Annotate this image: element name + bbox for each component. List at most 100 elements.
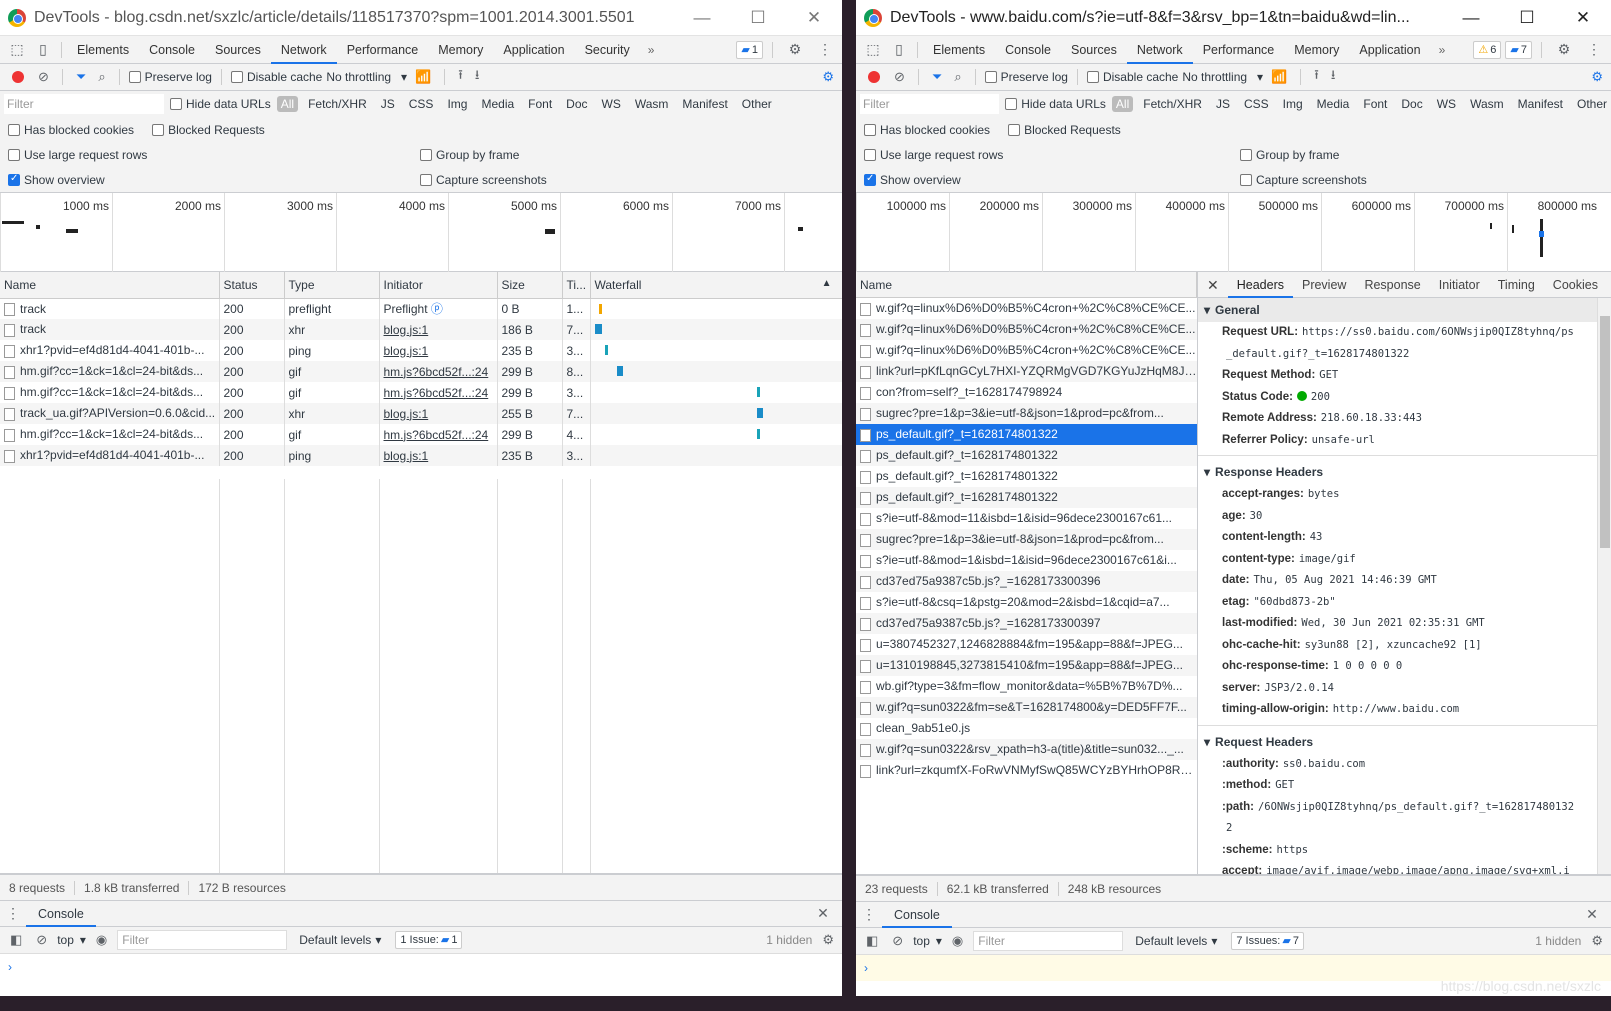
has-blocked-cookies-checkbox[interactable]: Has blocked cookies [8, 123, 134, 137]
use-large-rows-checkbox[interactable]: Use large request rows [8, 148, 147, 162]
device-toggle-icon[interactable]: ▯ [30, 38, 56, 62]
type-filter-media[interactable]: Media [1313, 96, 1354, 112]
header-row[interactable]: :path:/6ONWsjip0QIZ8tyhnq/ps_default.gif… [1198, 797, 1597, 819]
throttling-select[interactable]: No throttling ▾ [326, 70, 407, 84]
search-icon[interactable]: ⌕ [950, 69, 965, 85]
header-row[interactable]: ohc-cache-hit: sy3un88 [2], xzuncache92 [… [1198, 635, 1597, 657]
type-filter-other[interactable]: Other [1573, 96, 1611, 112]
has-blocked-cookies-checkbox[interactable]: Has blocked cookies [864, 123, 990, 137]
tab-elements[interactable]: Elements [67, 36, 139, 64]
preserve-log-checkbox[interactable]: Preserve log [984, 70, 1068, 84]
clear-icon[interactable]: ⊘ [34, 69, 53, 85]
tab-application[interactable]: Application [493, 36, 574, 64]
tab-memory[interactable]: Memory [428, 36, 493, 64]
capture-screenshots-checkbox[interactable]: Capture screenshots [1240, 173, 1367, 187]
request-row[interactable]: s?ie=utf-8&csq=1&pstg=20&mod=2&isbd=1&cq… [856, 592, 1198, 613]
settings-gear-icon[interactable]: ⚙ [1551, 38, 1577, 62]
type-filter-wasm[interactable]: Wasm [631, 96, 673, 112]
table-row[interactable]: track_ua.gif?APIVersion=0.6.0&cid... 200 x… [0, 403, 842, 424]
disable-cache-checkbox[interactable]: Disable cache [230, 70, 322, 84]
console-filter-input[interactable]: Filter [973, 931, 1124, 951]
header-row[interactable]: :method: GET [1198, 775, 1597, 797]
live-expression-eye-icon[interactable]: ◉ [948, 933, 967, 949]
tab-headers[interactable]: Headers [1227, 272, 1293, 298]
header-row[interactable]: content-length: 43 [1198, 527, 1597, 549]
tab-preview[interactable]: Preview [1293, 272, 1355, 298]
group-by-frame-checkbox[interactable]: Group by frame [420, 148, 519, 162]
request-row[interactable]: w.gif?q=linux%D6%D0%B5%C4cron+%2C%C8%CE%… [856, 319, 1198, 340]
network-conditions-icon[interactable]: 📶 [1267, 69, 1291, 85]
filter-icon[interactable]: ⏷ [72, 69, 90, 85]
group-by-frame-checkbox[interactable]: Group by frame [1240, 148, 1339, 162]
request-row[interactable]: sugrec?pre=1&p=3&ie=utf-8&json=1&prod=pc… [856, 529, 1198, 550]
type-filter-js[interactable]: JS [377, 96, 399, 112]
tab-sources[interactable]: Sources [205, 36, 271, 64]
table-row[interactable]: hm.gif?cc=1&ck=1&cl=24-bit&ds... 200 gif hm… [0, 424, 842, 445]
console-prompt[interactable]: › [0, 954, 842, 980]
request-row[interactable]: w.gif?q=sun0322&fm=se&T=1628174800&y=DED… [856, 697, 1198, 718]
device-toggle-icon[interactable]: ▯ [886, 38, 912, 62]
section-general[interactable]: ▾ General [1198, 298, 1597, 322]
filter-input[interactable]: Filter [860, 94, 1000, 114]
console-issues-button[interactable]: 1 Issue: ▰ 1 [395, 931, 463, 949]
search-icon[interactable]: ⌕ [94, 69, 109, 85]
preserve-log-checkbox[interactable]: Preserve log [128, 70, 212, 84]
warnings-badge[interactable]: ⚠ 6 [1473, 40, 1502, 59]
blocked-requests-checkbox[interactable]: Blocked Requests [152, 123, 265, 137]
request-row[interactable]: con?from=self?_t=1628174798924 [856, 382, 1198, 403]
network-settings-gear-icon[interactable]: ⚙ [818, 69, 842, 85]
header-row[interactable]: Request URL: https://ss0.baidu.com/6ONWsj… [1198, 322, 1597, 344]
maximize-icon[interactable]: ☐ [730, 0, 786, 36]
import-har-icon[interactable]: ⭱ [1310, 66, 1323, 88]
preflight-info-icon[interactable]: ⓟ [428, 302, 443, 316]
tab-timing[interactable]: Timing [1489, 272, 1544, 298]
clear-console-icon[interactable]: ⊘ [888, 933, 907, 949]
scrollbar-thumb[interactable] [1600, 316, 1610, 548]
type-filter-ws[interactable]: WS [1433, 96, 1460, 112]
console-settings-gear-icon[interactable]: ⚙ [1587, 933, 1611, 949]
hide-data-urls-checkbox[interactable]: Hide data URLs [1005, 97, 1106, 111]
show-overview-checkbox[interactable]: Show overview [864, 173, 961, 187]
clear-console-icon[interactable]: ⊘ [32, 932, 51, 948]
type-filter-font[interactable]: Font [1359, 96, 1391, 112]
column-header-waterfall[interactable]: Waterfall ▲ [590, 272, 842, 299]
minimize-icon[interactable]: — [1443, 0, 1499, 36]
import-har-icon[interactable]: ⭱ [454, 66, 467, 88]
tab-application[interactable]: Application [1349, 36, 1430, 64]
header-row[interactable]: date: Thu, 05 Aug 2021 14:46:39 GMT [1198, 570, 1597, 592]
drawer-tab-console[interactable]: Console [26, 901, 96, 927]
header-row[interactable]: Referrer Policy: unsafe-url [1198, 430, 1597, 452]
request-row[interactable]: link?url=zkqumfX-FoRwVNMyfSwQ85WCYzBYHrh… [856, 760, 1198, 781]
request-row[interactable]: link?url=pKfLqnGCyL7HXI-YZQRMgVGD7KGYuJz… [856, 361, 1198, 382]
type-filter-fetch-xhr[interactable]: Fetch/XHR [304, 96, 371, 112]
header-row[interactable]: ohc-response-time: 1 0 0 0 0 0 [1198, 656, 1597, 678]
close-drawer-icon[interactable]: ✕ [810, 902, 836, 926]
request-row[interactable]: ps_default.gif?_t=1628174801322 [856, 466, 1198, 487]
hide-data-urls-checkbox[interactable]: Hide data URLs [170, 97, 271, 111]
drawer-menu-icon[interactable]: ⋮ [0, 902, 26, 926]
header-row[interactable]: server: JSP3/2.0.14 [1198, 678, 1597, 700]
request-row[interactable]: s?ie=utf-8&mod=1&isbd=1&isid=96dece23001… [856, 550, 1198, 571]
tab-sources[interactable]: Sources [1061, 36, 1127, 64]
column-header-initiator[interactable]: Initiator [379, 272, 498, 299]
close-detail-icon[interactable]: ✕ [1198, 272, 1228, 298]
record-button[interactable] [868, 71, 880, 83]
header-row[interactable]: accept-ranges: bytes [1198, 484, 1597, 506]
tab-console[interactable]: Console [139, 36, 205, 64]
live-expression-eye-icon[interactable]: ◉ [92, 932, 111, 948]
kebab-menu-icon[interactable]: ⋮ [1581, 38, 1607, 62]
more-tabs-icon[interactable]: » [640, 43, 663, 57]
header-row[interactable]: Remote Address: 218.60.18.33:443 [1198, 408, 1597, 430]
table-row[interactable]: track 200 xhr blog.js:1 186 B 7... [0, 319, 842, 340]
network-overview[interactable]: 1000 ms 2000 ms 3000 ms 4000 ms 5000 ms … [0, 192, 842, 273]
header-row[interactable]: Request Method: GET [1198, 365, 1597, 387]
request-row[interactable]: clean_9ab51e0.js [856, 718, 1198, 739]
tab-memory[interactable]: Memory [1284, 36, 1349, 64]
close-icon[interactable]: ✕ [1555, 0, 1611, 36]
section-request-headers[interactable]: ▾ Request Headers [1198, 730, 1597, 754]
show-overview-checkbox[interactable]: Show overview [8, 173, 105, 187]
request-row[interactable]: wb.gif?type=3&fm=flow_monitor&data=%5B%7… [856, 676, 1198, 697]
header-row[interactable]: _default.gif?_t=1628174801322 [1198, 344, 1597, 366]
header-row[interactable]: age: 30 [1198, 506, 1597, 528]
record-button[interactable] [12, 71, 24, 83]
